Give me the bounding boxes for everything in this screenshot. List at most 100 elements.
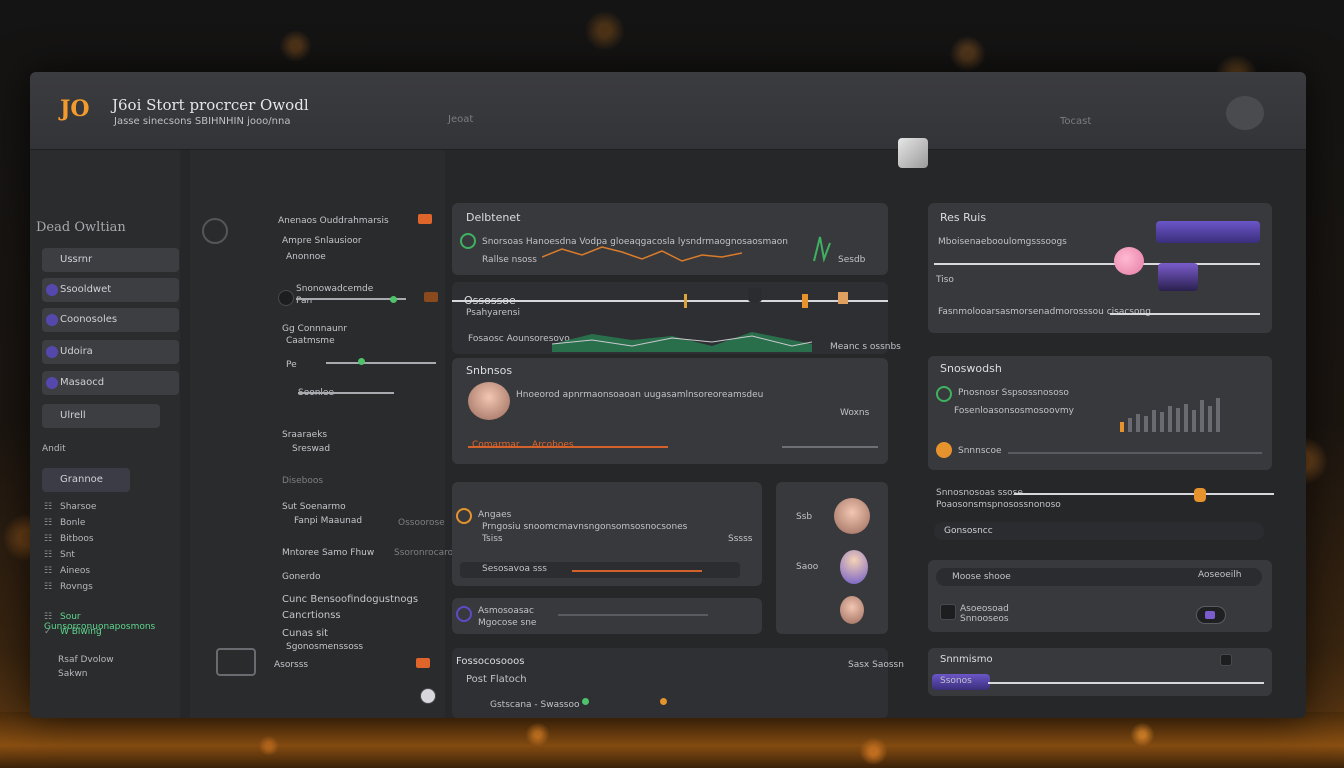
user-icon [46,346,58,358]
card-value: Ssb [796,512,813,522]
app-logo[interactable]: JO [60,96,100,126]
card-status[interactable]: Asmosoasac Mgocose sne [452,598,762,634]
card-footer[interactable]: Fossocosooos Post Flatoch Sasx Saossn Gs… [452,648,904,718]
setting-label: Ossoorose [398,518,445,528]
slider-track[interactable] [298,392,394,394]
sidebar-item-label: Ulrell [60,410,86,421]
sync-icon[interactable] [936,386,952,402]
card-timeline[interactable]: Delbtenet Snorsoas Hanoesdna Vodpa gloea… [452,203,888,275]
top-bar-right-label[interactable]: Tocast [1060,116,1091,127]
contact-avatar[interactable] [834,498,870,534]
divider [1008,452,1262,454]
list-icon: ☷ [44,612,53,622]
card-text: Comarmar [472,440,520,450]
card-title: Snnmismo [940,654,993,665]
sidebar-subitem[interactable]: ☷ Aineos [44,566,90,576]
card-title: Delbtenet [466,211,521,224]
card-text: Ssonos [940,676,972,686]
toggle-icon[interactable] [278,290,294,306]
sync-icon[interactable] [460,233,476,249]
avatar[interactable] [1226,96,1264,130]
sidebar-footer-1[interactable]: Rsaf Dvolow [58,655,114,665]
option-pill[interactable]: Gonsosncc [934,522,1264,540]
sidebar-item-4[interactable]: Udoira [42,340,179,364]
device-icon[interactable] [940,604,956,620]
slider-knob[interactable] [358,358,365,365]
card-right-4[interactable]: Snnmismo Ssonos [928,648,1272,696]
setting-label: Gonerdo [282,572,321,582]
slider-track[interactable] [326,362,436,364]
marker-box[interactable] [748,288,762,302]
setting-label: Anonnoe [286,252,326,262]
top-bar: JO J6oi Stort procrcer Owodl Jasse sinec… [30,72,1306,150]
sidebar-subitem[interactable]: ☷ Snt [44,550,75,560]
sidebar-selected-item[interactable]: Grannoe [42,468,130,492]
sidebar-subitem[interactable]: ☷ Bonle [44,518,85,528]
sidebar-item-3[interactable]: Coonosoles [42,308,179,332]
card-right-3[interactable]: Moose shooe Aoseoeilh Asoeosoad Snnooseo… [928,560,1272,632]
flame-icon[interactable] [936,442,952,458]
activity-icon[interactable] [456,508,472,524]
card-text: Tsiss [482,534,503,544]
card-value: Saoo [796,562,819,572]
setting-label: Snonowadcemde [296,284,374,294]
card-profile[interactable]: Snbnsos Hnoeorod apnrmaonsoaoan uugasaml… [452,358,888,464]
setting-label: Sreswad [292,444,331,454]
flag-icon[interactable] [424,292,438,302]
top-bar-center-label[interactable]: Jeoat [448,114,473,125]
refresh-icon[interactable] [202,218,228,244]
sidebar-subitem[interactable]: ☷ Sharsoe [44,502,96,512]
sidebar-item-2[interactable]: Ssooldwet [42,278,179,302]
card-text: Post Flatoch [466,674,527,685]
sidebar-subitem[interactable]: ☷ Rovngs [44,582,93,592]
card-right-2[interactable]: Snoswodsh Pnosnosr Sspsossnososo Fosenlo… [928,356,1272,470]
user-icon [46,314,58,326]
folder-icon[interactable] [216,648,256,676]
sidebar-subitem[interactable]: ☷ Bitboos [44,534,94,544]
flag-icon[interactable] [416,658,430,668]
option-pill[interactable]: Moose shooe Aoseoeilh [936,568,1262,586]
sidebar-item-5[interactable]: Masaocd [42,371,179,395]
preview-thumbnail[interactable] [1158,263,1198,291]
settings-icon[interactable] [1220,654,1232,666]
sidebar-item-6[interactable]: Ulrell [42,404,160,428]
setting-label: Cunc Bensoofindogustnogs [282,594,419,605]
card-right-1[interactable]: Res Ruis Mboisenaebooulomgsssoogs Tiso F… [928,203,1272,333]
card-text: Hnoeorod apnrmaonsoaoan uugasamlnsoreore… [516,390,764,400]
card-text: Prngosiu snoomcmavnsngonsomsosnocsones [482,522,688,532]
card-text: Gstscana - Swassoo [490,700,580,710]
card-text: Psahyarensi [466,308,520,318]
slider-knob[interactable] [1194,488,1206,502]
status-icon[interactable] [456,606,472,622]
card-text: Fosenloasonsosmosoovmy [954,406,1074,416]
card-text: Mboisenaebooulomgsssoogs [938,237,1067,247]
flag-icon[interactable] [418,214,432,224]
toolbar-tab[interactable] [1156,221,1260,243]
status-blob-icon[interactable] [1114,247,1144,275]
card-contacts[interactable]: Ssb Saoo [776,482,888,634]
sidebar-item-1[interactable]: Ussrnr [42,248,179,272]
setting-label: Sut Soenarmo [282,502,346,512]
list-icon: ☷ [44,566,53,576]
waveform-chart [552,332,812,352]
setting-label: Cunas sit [282,628,329,639]
contact-avatar[interactable] [840,596,864,624]
status-icon[interactable] [420,688,436,704]
card-text: Tiso [936,275,954,285]
card-text: Rallse nsoss [482,255,537,265]
contact-avatar[interactable] [840,550,868,584]
card-waveform[interactable]: Ossossoe Psahyarensi Fosaosc Aounsoresov… [452,282,901,354]
floating-square-button[interactable] [898,138,928,168]
card-activity[interactable]: Angaes Prngosiu snoomcmavnsngonsomsosnoc… [452,482,762,586]
sidebar-subitem[interactable]: ✓ W Biwing [44,627,102,637]
card-title: Res Ruis [940,211,987,224]
slider-knob[interactable] [390,296,397,303]
sidebar-section-label: Andit [42,444,66,454]
marker [802,294,808,308]
slider-track[interactable] [1014,493,1274,495]
card-title: Fossocosooos [456,656,525,667]
sidebar-footer-2[interactable]: Sakwn [58,669,88,679]
sidebar-item-label: Masaocd [60,377,105,388]
profile-avatar[interactable] [468,382,510,420]
toggle-switch[interactable] [1196,606,1226,624]
